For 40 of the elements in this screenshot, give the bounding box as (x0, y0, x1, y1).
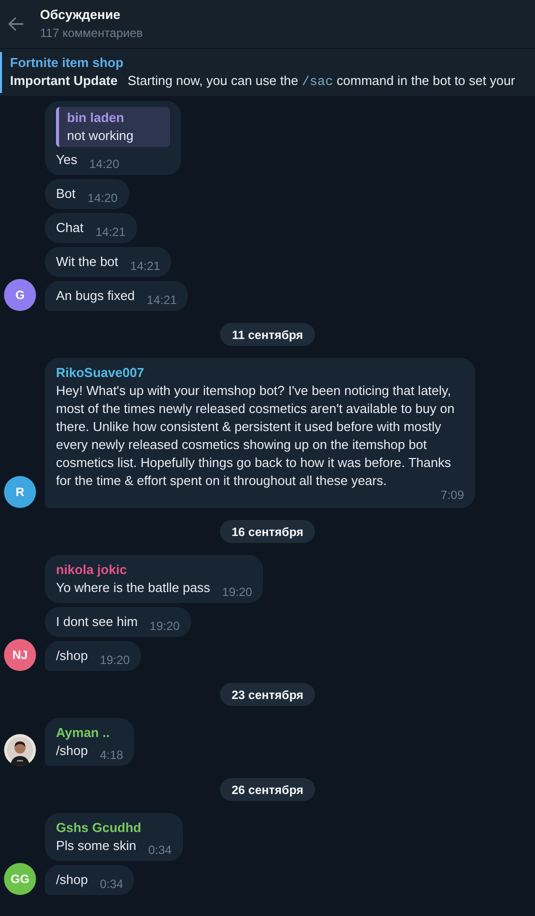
message-time: 19:20 (100, 653, 130, 667)
message-time: 19:20 (150, 619, 180, 633)
message-text: An bugs fixed (56, 287, 135, 305)
message-time: 0:34 (100, 877, 124, 891)
date-separator: 23 сентября (220, 683, 316, 706)
reply-quote[interactable]: bin laden not working (56, 107, 170, 147)
message-time: 0:34 (148, 843, 172, 857)
sender-name[interactable]: Gshs Gcudhd (56, 819, 172, 837)
message-text: Bot (56, 185, 76, 203)
pinned-title: Fortnite item shop (10, 54, 124, 72)
message-text: Wit the bot (56, 253, 118, 271)
message-text: I dont see him (56, 613, 138, 631)
message-time: 14:20 (89, 157, 120, 171)
message-time: 14:21 (130, 259, 160, 273)
chat-title: Обсуждение (40, 6, 122, 24)
comment-count: 117 комментариев (40, 25, 143, 42)
reply-author: bin laden (67, 109, 126, 127)
message-text: Pls some skin (56, 837, 136, 855)
message-time: 14:21 (95, 225, 126, 239)
message-text: /shop (56, 742, 88, 760)
message-time: 14:20 (88, 191, 118, 205)
message-time: 19:20 (222, 585, 252, 599)
message-text: Yes (56, 151, 78, 169)
sender-name[interactable]: nikola jokic (56, 561, 252, 579)
sender-name[interactable]: Ayman .. (56, 724, 124, 742)
message-text: /shop (56, 871, 88, 889)
reply-text: not working (67, 127, 134, 145)
sender-name[interactable]: RikoSuave007 (56, 364, 464, 382)
date-separator: 11 сентября (220, 323, 316, 346)
message-time: 4:18 (100, 748, 124, 762)
message-text: /shop (56, 647, 88, 665)
message-text: Yo where is the batlle pass (56, 579, 210, 597)
date-separator: 26 сентября (220, 778, 316, 801)
message-text: Hey! What's up with your itemshop bot? I've been noticing that lately, most of the times newly released cosmetics aren't available to buy on there. Unlike how consistent & persistent it used before with mostly every newly released cosmetics showing up on the itemshop bot cosmetics list. Hopefully things go back to how it was before. Thanks for the time & effort spent on it throughout all these years. (56, 382, 456, 490)
message-time: 7:09 (440, 488, 464, 502)
message-text: Chat (56, 219, 84, 237)
date-separator: 16 сентября (220, 520, 316, 543)
message-time: 14:21 (146, 293, 177, 307)
pinned-text: Important Update Starting now, you can use the /sac command in the bot to set your (10, 72, 516, 91)
pinned-message-bar[interactable]: Fortnite item shop Important Update Starting now, you can use the /sac command in the bot to set your (0, 48, 535, 96)
